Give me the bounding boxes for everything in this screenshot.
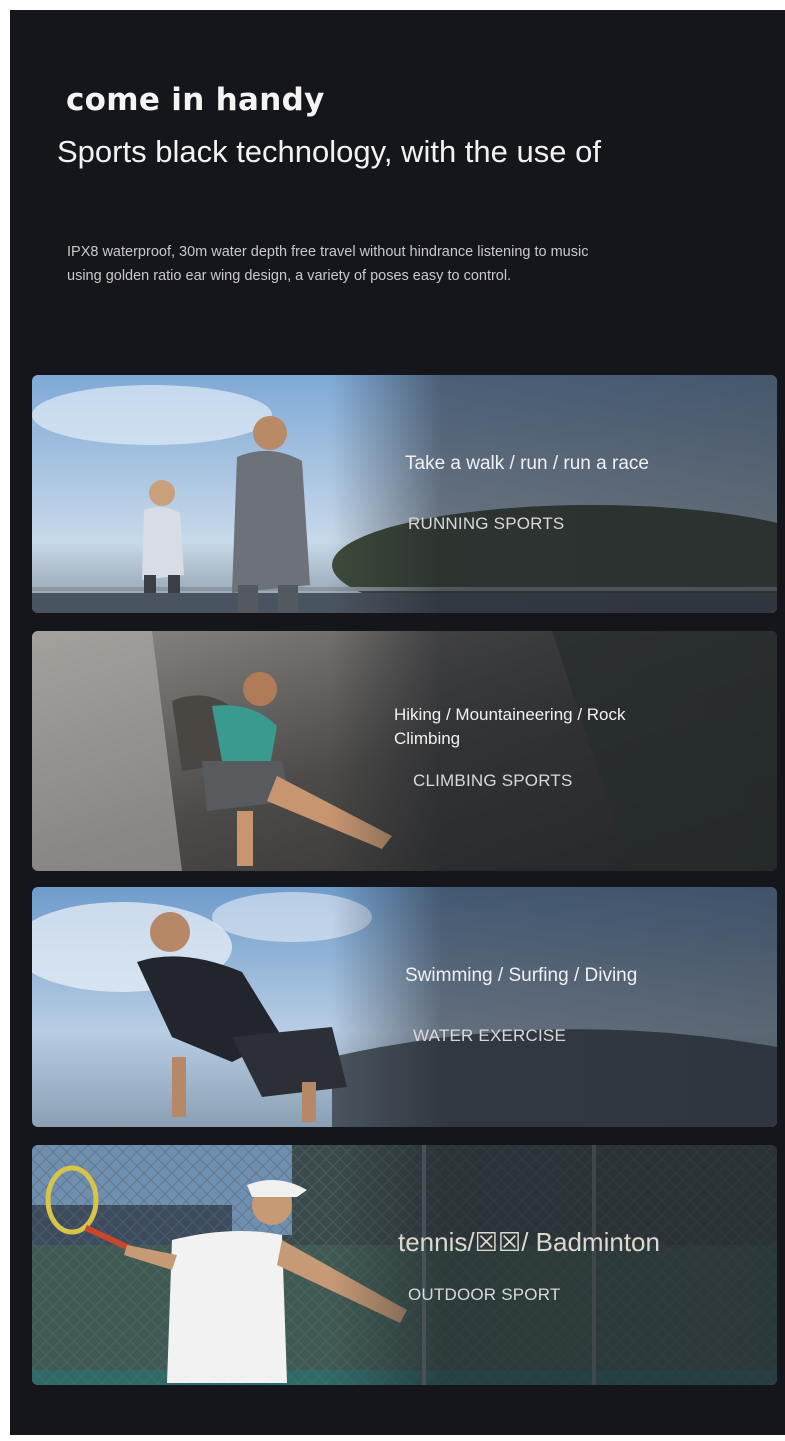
water-card: Swimming / Surfing / Diving WATER EXERCI… [32,887,777,1127]
climbing-tag: CLIMBING SPORTS [413,771,573,790]
product-page: come in handy Sports black technology, w… [10,10,785,1435]
climbing-card: Hiking / Mountaineering / Rock Climbing … [32,631,777,871]
water-caption: Swimming / Surfing / Diving [405,965,638,986]
tennis-caption: tennis/☒☒/ Badminton [398,1227,660,1257]
tennis-card: tennis/☒☒/ Badminton OUTDOOR SPORT [32,1145,777,1385]
running-caption: Take a walk / run / run a race [405,453,649,474]
water-tag: WATER EXERCISE [413,1026,566,1045]
tennis-tag: OUTDOOR SPORT [408,1285,561,1304]
page-subtitle: Sports black technology, with the use of [57,134,601,169]
running-card: Take a walk / run / run a race RUNNING S… [32,375,777,613]
running-tag: RUNNING SPORTS [408,514,565,533]
page-title: come in handy [66,82,325,118]
product-description: IPX8 waterproof, 30m water depth free tr… [67,244,589,284]
climbing-caption: Hiking / Mountaineering / Rock Climbing [394,705,626,748]
